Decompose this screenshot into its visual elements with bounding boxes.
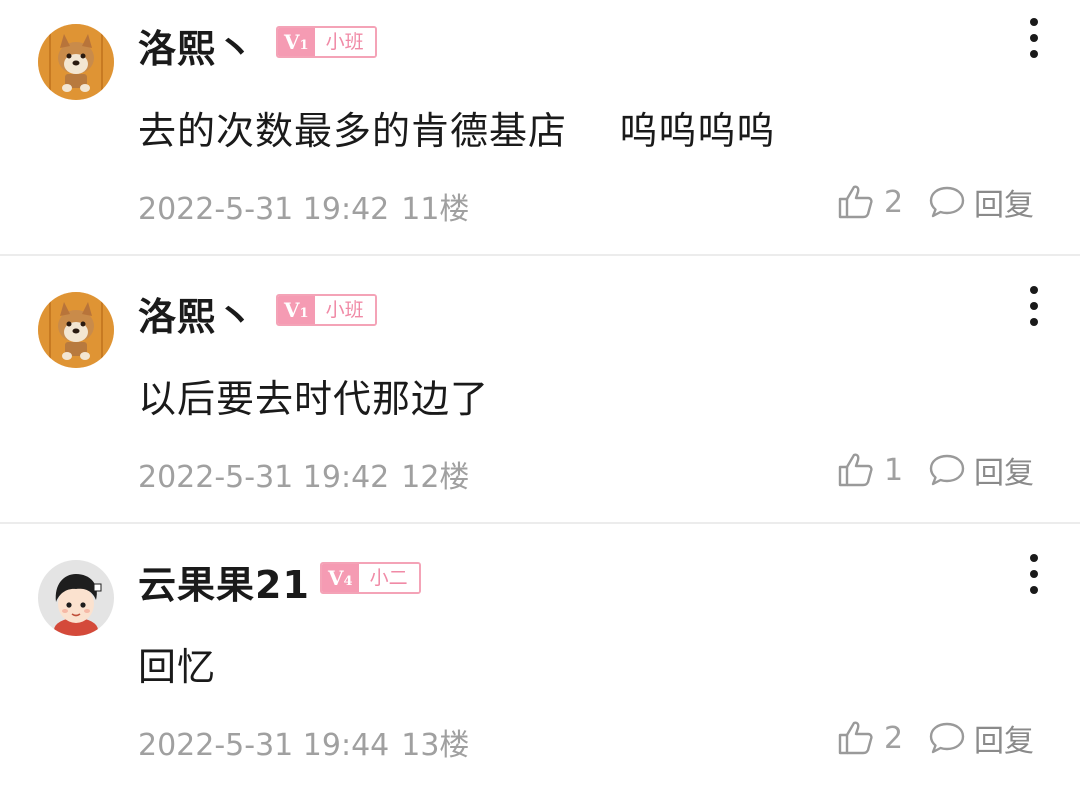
like-count: 2 [884, 720, 904, 756]
like-count: 2 [884, 184, 904, 220]
floor-number: 11楼 [401, 192, 470, 227]
level-badge-rank: 小二 [358, 564, 419, 592]
timestamp: 2022-5-31 19:42 [138, 192, 390, 227]
comment-content: 以后要去时代那边了 [138, 377, 490, 421]
comment-content: 回忆 [138, 645, 217, 689]
shiba-dog-avatar-icon [38, 292, 114, 368]
thumbs-up-icon [838, 721, 873, 755]
reply-button[interactable]: 回复 [928, 182, 1034, 223]
comment-feed: 洛熙丶 V1 小班 去的次数最多的肯德基店 呜呜呜呜 2022-5-31 19:… [0, 0, 1080, 786]
avatar[interactable] [38, 292, 114, 368]
level-badge: V1 小班 [276, 294, 377, 326]
timestamp: 2022-5-31 19:44 [138, 728, 390, 763]
speech-bubble-icon [929, 722, 965, 754]
comment-content: 去的次数最多的肯德基店 呜呜呜呜 [138, 109, 776, 153]
shiba-dog-avatar-icon [38, 24, 114, 100]
speech-bubble-icon [929, 186, 965, 218]
like-button[interactable]: 2 [836, 718, 903, 758]
reply-button[interactable]: 回复 [928, 718, 1034, 759]
level-badge: V1 小班 [276, 26, 377, 58]
thumbs-up-icon [838, 185, 873, 219]
level-badge-rank: 小班 [314, 296, 375, 324]
username[interactable]: 洛熙丶 [138, 286, 255, 341]
reply-button[interactable]: 回复 [928, 450, 1034, 491]
like-button[interactable]: 2 [836, 182, 903, 222]
divider [0, 254, 1080, 256]
more-vertical-icon[interactable] [1026, 286, 1042, 328]
comment-item: 云果果21 V4 小二 回忆 2022-5-31 19:44 13楼 2 回复 [0, 536, 1080, 786]
comment-item: 洛熙丶 V1 小班 去的次数最多的肯德基店 呜呜呜呜 2022-5-31 19:… [0, 0, 1080, 270]
comment-meta: 2022-5-31 19:42 11楼 [138, 184, 469, 228]
like-button[interactable]: 1 [836, 450, 903, 490]
level-badge-v: V1 [278, 28, 315, 56]
cartoon-kid-avatar-icon [38, 560, 114, 636]
username[interactable]: 云果果21 [138, 554, 310, 609]
timestamp: 2022-5-31 19:42 [138, 460, 390, 495]
level-badge: V4 小二 [320, 562, 421, 594]
like-count: 1 [884, 452, 904, 488]
thumbs-up-icon [838, 453, 873, 487]
avatar[interactable] [38, 560, 114, 636]
comment-meta: 2022-5-31 19:44 13楼 [138, 720, 469, 764]
reply-label: 回复 [974, 188, 1034, 223]
level-badge-v: V1 [278, 296, 315, 324]
username[interactable]: 洛熙丶 [138, 18, 255, 73]
more-vertical-icon[interactable] [1026, 18, 1042, 60]
floor-number: 13楼 [401, 728, 470, 763]
avatar[interactable] [38, 24, 114, 100]
divider [0, 522, 1080, 524]
reply-label: 回复 [974, 456, 1034, 491]
level-badge-v: V4 [322, 564, 359, 592]
speech-bubble-icon [929, 454, 965, 486]
comment-meta: 2022-5-31 19:42 12楼 [138, 452, 469, 496]
reply-label: 回复 [974, 724, 1034, 759]
comment-item: 洛熙丶 V1 小班 以后要去时代那边了 2022-5-31 19:42 12楼 1… [0, 268, 1080, 538]
level-badge-rank: 小班 [314, 28, 375, 56]
floor-number: 12楼 [401, 460, 470, 495]
more-vertical-icon[interactable] [1026, 554, 1042, 596]
